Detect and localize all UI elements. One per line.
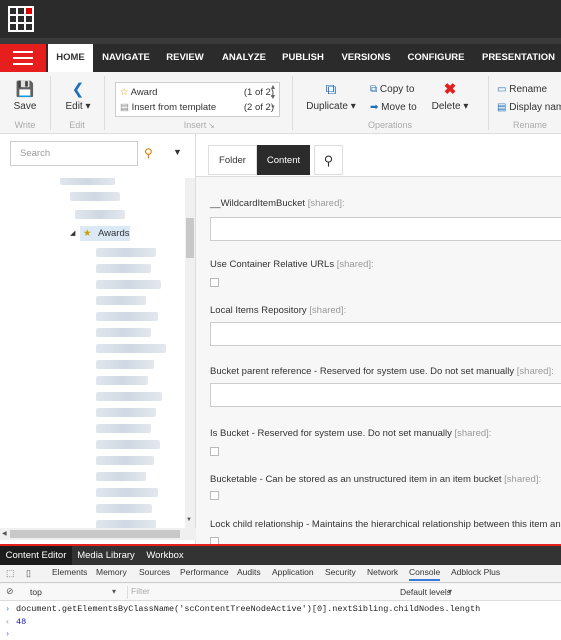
search-options-chevron-icon[interactable]: ▼ <box>173 147 182 157</box>
display-name-icon: ▤ <box>497 102 507 113</box>
move-icon: ➡ <box>370 102 379 113</box>
field-label: Bucket parent reference - Reserved for s… <box>210 366 554 377</box>
field-label: Local Items Repository [shared]: <box>210 305 347 316</box>
rename-group-label: Rename <box>512 120 548 130</box>
console-filter-input[interactable]: Filter <box>127 586 387 599</box>
delete-button[interactable]: ✖ Delete ▾ <box>430 81 470 113</box>
move-to-button[interactable]: ➡ Move to <box>370 102 417 113</box>
field-label: Bucketable - Can be stored as an unstruc… <box>210 474 542 485</box>
insert-option-template[interactable]: ▤ Insert from template (2 of 2) <box>120 101 278 115</box>
tab-content[interactable]: Content <box>257 145 310 175</box>
chevron-down-icon: ▾ <box>448 587 453 596</box>
log-levels-dropdown[interactable]: Default levels <box>400 587 451 597</box>
chevron-down-icon: ▾ <box>347 101 356 112</box>
rename-button[interactable]: ▭ Rename <box>497 84 547 95</box>
devtools-tab-audits[interactable]: Audits <box>237 567 261 577</box>
clear-console-icon[interactable]: ⊘ <box>6 586 14 597</box>
tree-node-awards[interactable]: ★ Awards <box>80 226 130 241</box>
edit-group-label: Edit <box>69 120 85 130</box>
devtools-tab-performance[interactable]: Performance <box>180 567 229 577</box>
tab-configure[interactable]: CONFIGURE <box>403 44 469 72</box>
copy-icon: ⧉ <box>370 84 378 95</box>
write-group-label: Write <box>14 120 36 130</box>
inspect-element-icon[interactable]: ⬚ <box>6 568 15 579</box>
devtools-tab-sources[interactable]: Sources <box>139 567 170 577</box>
sitecore-logo[interactable] <box>8 6 34 32</box>
is-bucket-checkbox[interactable] <box>210 447 219 456</box>
wildcard-bucket-input[interactable] <box>210 217 561 241</box>
search-input[interactable]: Search <box>10 141 138 166</box>
container-relative-urls-checkbox[interactable] <box>210 278 219 287</box>
content-editor: __WildcardItemBucket [shared]: Use Conta… <box>196 176 561 544</box>
tab-review[interactable]: REVIEW <box>162 44 208 72</box>
console-result: 48 <box>16 617 27 627</box>
operations-group-label: Operations <box>367 120 413 130</box>
tab-publish[interactable]: PUBLISH <box>278 44 328 72</box>
display-name-button[interactable]: ▤ Display nam <box>497 102 561 113</box>
divider <box>292 76 293 130</box>
expand-group-icon[interactable]: ↘ <box>208 121 215 130</box>
devtools-tab-console[interactable]: Console <box>409 567 441 581</box>
field-label: Lock child relationship - Maintains the … <box>210 519 561 530</box>
tab-navigate[interactable]: NAVIGATE <box>97 44 155 72</box>
edit-button[interactable]: ❮ Edit ▾ <box>58 81 98 113</box>
device-toolbar-icon[interactable]: ▯ <box>26 568 31 579</box>
tab-media-library[interactable]: Media Library <box>74 546 138 565</box>
award-icon: ☆ <box>120 87 129 98</box>
copy-to-button[interactable]: ⧉ Copy to <box>370 84 414 95</box>
context-selector[interactable]: top <box>30 587 42 597</box>
insert-scroll-arrows[interactable]: ▲ ▼ ▾ <box>268 83 278 113</box>
devtools-tab-application[interactable]: Application <box>272 567 314 577</box>
tree-horizontal-scrollbar[interactable]: ◀ <box>0 528 196 540</box>
prompt-chevron-icon: › <box>5 604 11 614</box>
tab-presentation[interactable]: PRESENTATION <box>476 44 561 72</box>
scroll-left-icon[interactable]: ◀ <box>2 530 7 537</box>
tree-vertical-scrollbar[interactable] <box>185 178 195 530</box>
scroll-down-icon[interactable]: ▼ <box>186 517 192 523</box>
field-label: Use Container Relative URLs [shared]: <box>210 259 374 270</box>
devtools-tab-network[interactable]: Network <box>367 567 398 577</box>
devtools-tab-adblock-plus[interactable]: Adblock Plus <box>451 567 500 577</box>
share-icon: ❮ <box>71 81 85 98</box>
save-button[interactable]: 💾 Save <box>8 81 42 113</box>
award-icon: ★ <box>83 228 92 239</box>
document-icon: ▤ <box>120 102 129 113</box>
devtools-tab-elements[interactable]: Elements <box>52 567 87 577</box>
insert-option-award[interactable]: ☆ Award (1 of 2) <box>120 86 278 100</box>
chevron-down-icon[interactable]: ▾ <box>112 587 116 596</box>
hamburger-menu-icon[interactable] <box>0 44 46 72</box>
tab-home[interactable]: HOME <box>48 44 93 72</box>
tab-workbox[interactable]: Workbox <box>140 546 190 565</box>
duplicate-icon: ⧉ <box>325 81 337 98</box>
devtools-tab-security[interactable]: Security <box>325 567 356 577</box>
search-tab-icon[interactable]: ⚲ <box>314 145 343 175</box>
result-arrow-icon: ‹ <box>5 617 11 627</box>
console-command: document.getElementsByClassName('scConte… <box>16 604 481 614</box>
lock-child-relationship-checkbox[interactable] <box>210 537 219 544</box>
duplicate-button[interactable]: ⧉ Duplicate ▾ <box>304 81 358 113</box>
delete-x-icon: ✖ <box>443 81 457 98</box>
tab-content-editor[interactable]: Content Editor <box>0 546 72 565</box>
bucket-parent-reference-input[interactable] <box>210 383 561 407</box>
insert-options-list: ☆ Award (1 of 2) ▤ Insert from template … <box>115 82 280 117</box>
divider <box>488 76 489 130</box>
search-icon[interactable]: ⚲ <box>144 146 153 160</box>
local-items-repository-input[interactable] <box>210 322 561 346</box>
tab-versions[interactable]: VERSIONS <box>336 44 396 72</box>
bucketable-checkbox[interactable] <box>210 491 219 500</box>
devtools-tab-memory[interactable]: Memory <box>96 567 127 577</box>
prompt-chevron-icon: › <box>5 629 11 639</box>
rename-icon: ▭ <box>497 84 507 95</box>
save-icon: 💾 <box>15 81 35 98</box>
tree-collapse-icon[interactable]: ◢ <box>70 229 75 237</box>
field-label: Is Bucket - Reserved for system use. Do … <box>210 428 492 439</box>
divider <box>50 76 51 130</box>
top-bar <box>0 0 561 38</box>
chevron-down-icon: ▾ <box>82 101 91 112</box>
tab-folder[interactable]: Folder <box>208 145 257 175</box>
chevron-down-icon: ▾ <box>460 101 469 112</box>
divider <box>104 76 105 130</box>
tab-analyze[interactable]: ANALYZE <box>218 44 270 72</box>
field-label: __WildcardItemBucket [shared]: <box>210 198 345 209</box>
